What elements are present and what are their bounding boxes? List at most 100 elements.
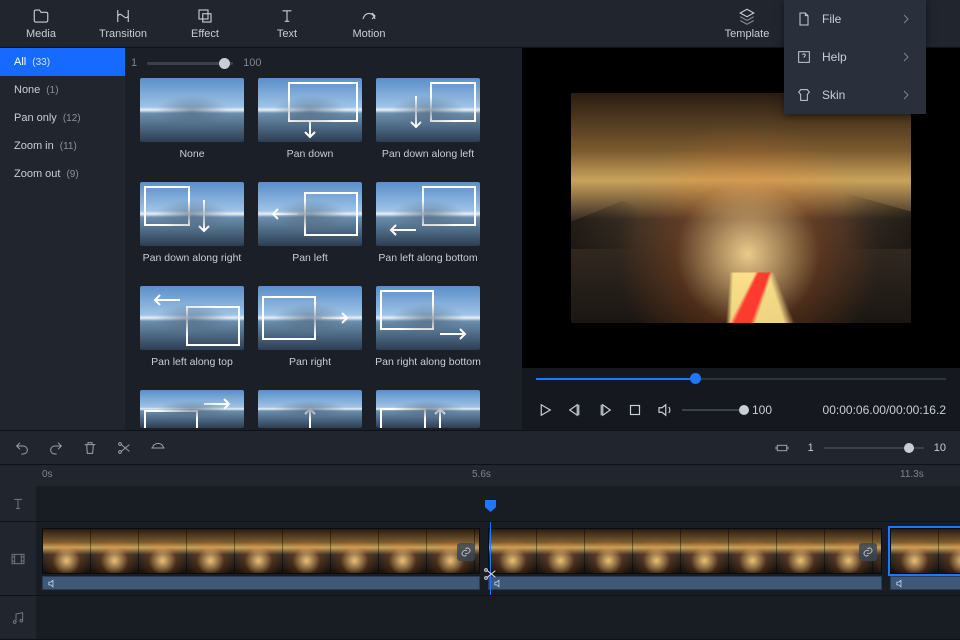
video-clip-2[interactable] — [488, 528, 882, 574]
template-tab[interactable]: Template — [706, 0, 788, 48]
next-frame-button[interactable] — [596, 401, 614, 419]
motion-thumb — [376, 286, 480, 350]
help-icon — [796, 49, 812, 65]
audio-track-icon[interactable] — [0, 596, 36, 640]
speaker-icon — [895, 578, 906, 589]
audio-strip-3[interactable] — [890, 576, 960, 590]
split-button[interactable] — [116, 440, 132, 456]
motion-tile-label: Pan down along right — [143, 252, 242, 264]
video-clip-1[interactable] — [42, 528, 480, 574]
motion-tile[interactable]: None — [135, 78, 249, 178]
grid-zoom-min: 1 — [131, 57, 137, 69]
ruler-mark: 5.6s — [472, 469, 491, 480]
motion-tile[interactable]: Pan left — [253, 182, 367, 282]
tl-zoom-slider[interactable] — [824, 447, 924, 449]
scissors-icon — [482, 566, 498, 582]
motion-tile[interactable]: Pan down along right — [135, 182, 249, 282]
timeline-tracks — [0, 486, 960, 640]
motion-thumb — [140, 78, 244, 142]
motion-tile[interactable] — [135, 390, 249, 428]
motion-tile-label: Pan left — [292, 252, 328, 264]
cat-zoom-in[interactable]: Zoom in(11) — [0, 132, 125, 160]
fit-button[interactable] — [774, 440, 790, 456]
crop-button[interactable] — [150, 440, 166, 456]
motion-tile[interactable]: Pan down along left — [371, 78, 485, 178]
volume-slider[interactable] — [682, 409, 744, 411]
cat-zoom-out[interactable]: Zoom out(9) — [0, 160, 125, 188]
menu-skin-label: Skin — [822, 88, 888, 102]
menu-help[interactable]: Help — [784, 38, 926, 76]
redo-button[interactable] — [48, 440, 64, 456]
motion-tile-label: Pan left along bottom — [378, 252, 477, 264]
video-track-icon[interactable] — [0, 522, 36, 596]
clip-link-icon — [457, 543, 475, 561]
menu-help-label: Help — [822, 50, 888, 64]
motion-tile-label: Pan down — [287, 148, 334, 160]
delete-button[interactable] — [82, 440, 98, 456]
category-sidebar: All(33) None(1) Pan only(12) Zoom in(11)… — [0, 48, 125, 430]
media-tab[interactable]: Media — [0, 0, 82, 48]
motion-tile[interactable] — [253, 390, 367, 428]
grid-zoom-max: 100 — [243, 57, 261, 69]
motion-tile[interactable]: Pan left along top — [135, 286, 249, 386]
motion-thumb — [140, 286, 244, 350]
motion-tab-label: Motion — [352, 28, 385, 40]
skin-icon — [796, 87, 812, 103]
track-gutter — [0, 486, 36, 640]
timeline-ruler[interactable]: 0s 5.6s 11.3s — [0, 464, 960, 486]
audio-strip-2[interactable] — [488, 576, 882, 590]
motion-tile[interactable]: Pan right — [253, 286, 367, 386]
timeline-toolbar: 1 10 — [0, 430, 960, 464]
motion-tile-label: Pan down along left — [382, 148, 474, 160]
media-tab-label: Media — [26, 28, 56, 40]
motion-tile[interactable]: Pan left along bottom — [371, 182, 485, 282]
motion-tile[interactable]: Pan right along bottom — [371, 286, 485, 386]
menu-skin[interactable]: Skin — [784, 76, 926, 114]
timecode: 00:00:06.00/00:00:16.2 — [823, 403, 946, 417]
file-icon — [796, 11, 812, 27]
menu-file-label: File — [822, 12, 888, 26]
motion-thumb — [376, 390, 480, 428]
chevron-right-icon — [898, 49, 914, 65]
text-tab-label: Text — [277, 28, 297, 40]
motion-thumb — [140, 390, 244, 428]
menu-file[interactable]: File — [784, 0, 926, 38]
tl-zoom-max: 10 — [934, 442, 946, 454]
video-clip-3[interactable] — [890, 528, 960, 574]
undo-button[interactable] — [14, 440, 30, 456]
motion-thumb — [258, 182, 362, 246]
motion-tab[interactable]: Motion — [328, 0, 410, 48]
audio-strip-1[interactable] — [42, 576, 480, 590]
motion-tile[interactable] — [371, 390, 485, 428]
prev-frame-button[interactable] — [566, 401, 584, 419]
motion-tile-label: Pan right along bottom — [375, 356, 481, 368]
volume-icon[interactable] — [656, 401, 674, 419]
music-lane[interactable] — [36, 596, 960, 640]
motion-thumb — [376, 78, 480, 142]
cat-pan-only[interactable]: Pan only(12) — [0, 104, 125, 132]
motion-tile-label: Pan right — [289, 356, 331, 368]
text-lane[interactable] — [36, 486, 960, 522]
effect-tab[interactable]: Effect — [164, 0, 246, 48]
playhead[interactable] — [490, 522, 491, 595]
text-tab[interactable]: Text — [246, 0, 328, 48]
grid-zoom-slider[interactable] — [147, 62, 233, 65]
transition-tab[interactable]: Transition — [82, 0, 164, 48]
preview-scrubber[interactable] — [522, 368, 960, 390]
play-button[interactable] — [536, 401, 554, 419]
tl-zoom-min: 1 — [808, 442, 814, 454]
motion-thumb — [258, 286, 362, 350]
motion-grid-panel: 1 100 None Pan down Pan down along left Pan… — [125, 48, 522, 430]
preview-frame — [571, 93, 911, 323]
motion-thumb — [258, 78, 362, 142]
motion-tile[interactable]: Pan down — [253, 78, 367, 178]
text-track-icon[interactable] — [0, 486, 36, 522]
settings-menu: File Help Skin — [784, 0, 926, 114]
chevron-right-icon — [898, 87, 914, 103]
stop-button[interactable] — [626, 401, 644, 419]
video-lane[interactable] — [36, 522, 960, 596]
cat-none[interactable]: None(1) — [0, 76, 125, 104]
effect-tab-label: Effect — [191, 28, 219, 40]
cat-all[interactable]: All(33) — [0, 48, 125, 76]
playback-controls: 100 00:00:06.00/00:00:16.2 — [522, 390, 960, 430]
